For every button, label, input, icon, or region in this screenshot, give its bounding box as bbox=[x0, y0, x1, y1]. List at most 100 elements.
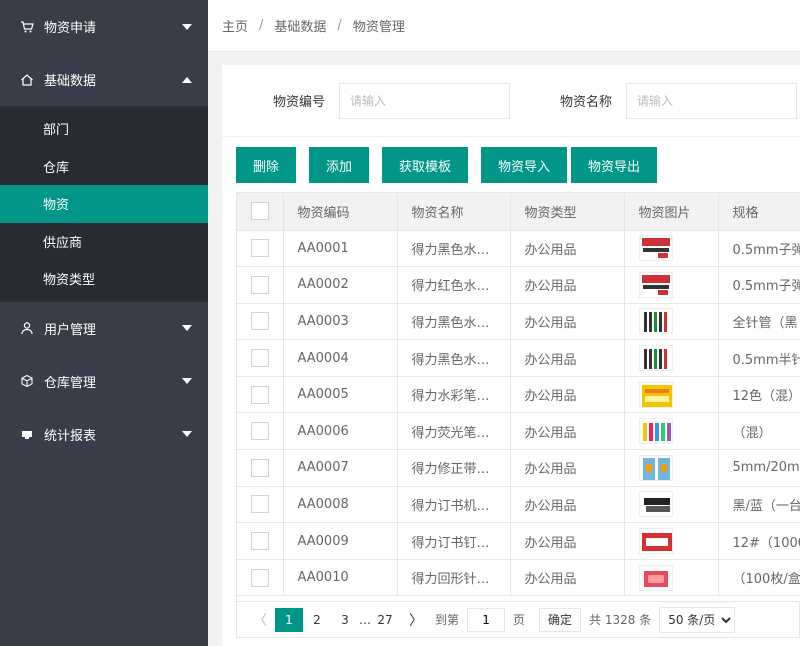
row-checkbox[interactable] bbox=[250, 385, 269, 404]
highlighter-icon[interactable] bbox=[638, 418, 673, 445]
sidebar-subitem-warehouse[interactable]: 仓库 bbox=[0, 148, 208, 186]
confirm-goto-button[interactable]: 确定 bbox=[539, 607, 582, 632]
breadcrumb-home[interactable]: 主页 bbox=[222, 16, 248, 35]
table-row[interactable]: AA0002 得力红色水… 办公用品 0.5mm子弹 bbox=[237, 266, 800, 304]
sidebar-subitem-material[interactable]: 物资 bbox=[0, 185, 208, 223]
header-name[interactable]: 物资名称 bbox=[397, 193, 511, 231]
cell-image bbox=[624, 486, 719, 524]
cell-spec: 0.5mm子弹 bbox=[718, 266, 800, 304]
cell-name: 得力订书机… bbox=[397, 486, 511, 524]
row-checkbox[interactable] bbox=[250, 239, 269, 258]
add-button[interactable]: 添加 bbox=[309, 147, 369, 183]
row-select-cell bbox=[237, 303, 284, 341]
header-code[interactable]: 物资编码 bbox=[283, 193, 398, 231]
select-all-checkbox[interactable] bbox=[250, 202, 269, 221]
get-template-button[interactable]: 获取模板 bbox=[382, 147, 468, 183]
cell-spec: 0.5mm子弹 bbox=[718, 230, 800, 268]
row-checkbox[interactable] bbox=[250, 275, 269, 294]
export-button[interactable]: 物资导出 bbox=[571, 147, 657, 183]
cell-image bbox=[624, 376, 719, 414]
breadcrumb-basic-data[interactable]: 基础数据 bbox=[274, 16, 326, 35]
correction-tape-icon[interactable] bbox=[638, 454, 673, 481]
search-form: 物资编号 物资名称 bbox=[222, 65, 800, 137]
submenu-basic-data: 部门 仓库 物资 供应商 物资类型 bbox=[0, 106, 208, 302]
cell-type: 办公用品 bbox=[510, 339, 625, 377]
pens-icon[interactable] bbox=[638, 345, 673, 372]
watercolor-pens-icon[interactable] bbox=[638, 381, 673, 408]
table-row[interactable]: AA0004 得力黑色水… 办公用品 0.5mm半针 bbox=[237, 339, 800, 377]
sidebar-item-user-mgmt[interactable]: 用户管理 bbox=[0, 302, 208, 355]
table-row[interactable]: AA0010得力回形针…办公用品 （100枚/盒） bbox=[237, 559, 800, 597]
cell-type: 办公用品 bbox=[510, 376, 625, 414]
row-checkbox[interactable] bbox=[250, 349, 269, 368]
table-row[interactable]: AA0005 得力水彩笔… 办公用品 12色（混） bbox=[237, 376, 800, 414]
code-input[interactable] bbox=[339, 82, 511, 119]
cell-spec: 全针管（黑 bbox=[718, 303, 800, 341]
sidebar-item-reports[interactable]: 统计报表 bbox=[0, 408, 208, 461]
cell-image bbox=[624, 559, 719, 597]
cell-image bbox=[624, 266, 719, 304]
paper-clips-icon[interactable] bbox=[638, 564, 673, 591]
select-all-cell bbox=[237, 193, 284, 231]
row-checkbox[interactable] bbox=[250, 312, 269, 331]
breadcrumb: 主页 / 基础数据 / 物资管理 bbox=[208, 0, 800, 52]
cell-spec: 5mm/20m… bbox=[718, 449, 800, 487]
row-checkbox[interactable] bbox=[250, 532, 269, 551]
header-image[interactable]: 物资图片 bbox=[624, 193, 719, 231]
cell-type: 办公用品 bbox=[510, 486, 625, 524]
table-row[interactable]: AA0009得力订书钉…办公用品 12#（1000… bbox=[237, 522, 800, 560]
sidebar-item-apply[interactable]: 物资申请 bbox=[0, 0, 208, 53]
header-type[interactable]: 物资类型 bbox=[510, 193, 625, 231]
breadcrumb-separator: / bbox=[259, 18, 264, 33]
table-row[interactable]: AA0006 得力荧光笔… 办公用品 （混） bbox=[237, 412, 800, 451]
cell-code: AA0008 bbox=[283, 486, 398, 524]
stapler-icon[interactable] bbox=[638, 491, 673, 518]
sidebar-item-label: 用户管理 bbox=[44, 322, 97, 338]
sidebar-item-warehouse-mgmt[interactable]: 仓库管理 bbox=[0, 355, 208, 408]
sidebar-subitem-department[interactable]: 部门 bbox=[0, 110, 208, 148]
cell-spec: 0.5mm半针 bbox=[718, 339, 800, 377]
table-row[interactable]: AA0007得力修正带…办公用品 5mm/20m… bbox=[237, 449, 800, 487]
page-27[interactable]: 27 bbox=[371, 608, 399, 632]
sidebar-item-label: 统计报表 bbox=[44, 428, 97, 444]
table-row[interactable]: AA0003 得力黑色水… 办公用品 全针管（黑 bbox=[237, 303, 800, 341]
cell-image bbox=[624, 230, 719, 268]
page-size-select[interactable]: 50 条/页 bbox=[659, 606, 736, 633]
table-row[interactable]: AA0001 得力黑色水… 办公用品 0.5mm子弹 bbox=[237, 230, 800, 268]
sidebar-item-basic-data[interactable]: 基础数据 bbox=[0, 53, 208, 106]
pens-box-icon[interactable] bbox=[638, 271, 673, 298]
page-2[interactable]: 2 bbox=[303, 608, 331, 632]
cell-spec: （100枚/盒） bbox=[718, 559, 800, 597]
sidebar-item-label: 仓库管理 bbox=[44, 375, 97, 391]
header-spec[interactable]: 规格 bbox=[718, 193, 800, 231]
table-row[interactable]: AA0008 得力订书机… 办公用品 黑/蓝（一台 bbox=[237, 486, 800, 524]
row-checkbox[interactable] bbox=[250, 422, 269, 441]
row-checkbox[interactable] bbox=[250, 495, 269, 514]
prev-page-button[interactable]: 〈 bbox=[249, 610, 271, 630]
row-select-cell bbox=[237, 449, 284, 487]
sidebar-subitem-supplier[interactable]: 供应商 bbox=[0, 223, 208, 261]
page-3[interactable]: 3 bbox=[331, 608, 359, 632]
goto-page-input[interactable] bbox=[467, 607, 506, 632]
import-button[interactable]: 物资导入 bbox=[481, 147, 567, 183]
cell-name: 得力修正带… bbox=[397, 449, 511, 487]
page-ellipsis: … bbox=[359, 612, 371, 627]
row-checkbox[interactable] bbox=[250, 458, 269, 477]
cell-type: 办公用品 bbox=[510, 522, 625, 560]
cell-code: AA0001 bbox=[283, 230, 398, 268]
row-checkbox[interactable] bbox=[250, 568, 269, 587]
page-1[interactable]: 1 bbox=[275, 607, 303, 632]
staples-icon[interactable] bbox=[638, 528, 673, 555]
code-label: 物资编号 bbox=[273, 95, 326, 110]
user-icon bbox=[20, 321, 34, 335]
pens-box-icon[interactable] bbox=[638, 235, 673, 262]
delete-button[interactable]: 删除 bbox=[236, 147, 296, 183]
cell-code: AA0010 bbox=[283, 559, 398, 597]
row-select-cell bbox=[237, 266, 284, 304]
name-input[interactable] bbox=[626, 82, 798, 119]
pagination: 〈 1 2 3 … 27 〉 到第 页 确定 共 1328 条 50 条/页 bbox=[236, 602, 800, 638]
pens-icon[interactable] bbox=[638, 308, 673, 335]
breadcrumb-current: 物资管理 bbox=[352, 20, 405, 35]
sidebar-subitem-material-type[interactable]: 物资类型 bbox=[0, 260, 208, 298]
next-page-button[interactable]: 〉 bbox=[405, 610, 427, 630]
